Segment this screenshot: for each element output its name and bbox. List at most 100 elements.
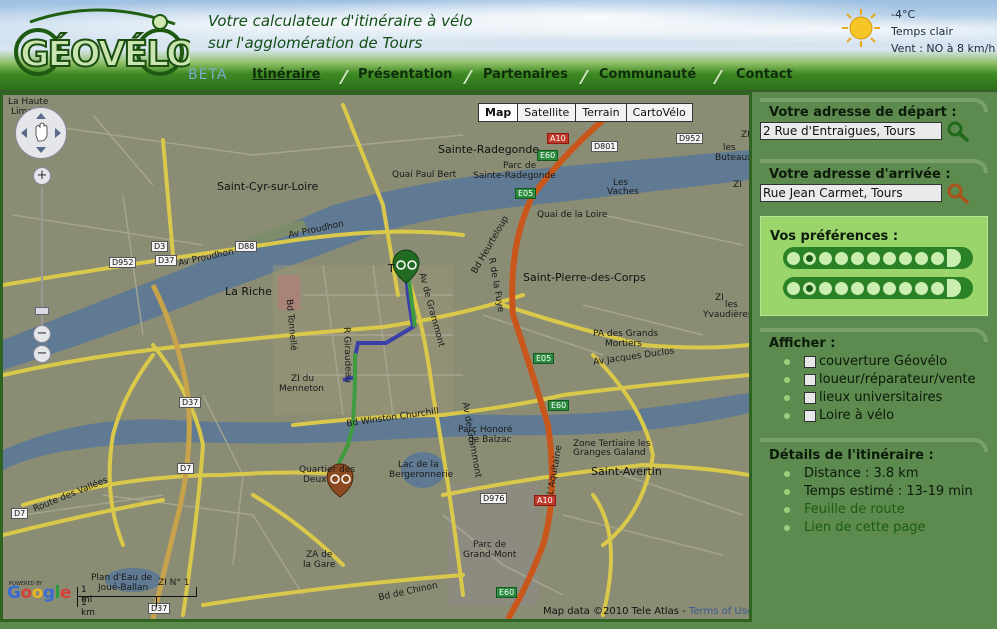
slider-step[interactable] xyxy=(881,249,898,267)
checkbox-loire-velo[interactable] xyxy=(804,409,816,422)
zoom-slider-handle[interactable] xyxy=(35,307,49,315)
label-zi-east-1: ZI xyxy=(715,293,724,303)
map-type-map[interactable]: Map xyxy=(478,103,519,122)
slider-step-selected[interactable] xyxy=(801,279,818,297)
label-les-buteaux-2: Buteaux xyxy=(715,153,752,163)
roadsheet-link[interactable]: Feuille de route xyxy=(784,502,905,517)
slider-step[interactable] xyxy=(785,279,802,297)
slider-step[interactable] xyxy=(897,279,914,297)
departure-input[interactable] xyxy=(760,122,942,140)
label-les-buteaux-1: les xyxy=(723,143,736,153)
road-d7: D7 xyxy=(177,463,195,474)
map-type-satellite[interactable]: Satellite xyxy=(517,103,577,122)
slider-step[interactable] xyxy=(849,249,866,267)
svg-text:GÉOVÉLO: GÉOVÉLO xyxy=(20,33,190,75)
arrival-input[interactable] xyxy=(760,184,942,202)
map-type-terrain[interactable]: Terrain xyxy=(575,103,627,122)
slider-step[interactable] xyxy=(849,279,866,297)
checkbox-loueur[interactable] xyxy=(804,373,816,386)
road-d37-southwest: D37 xyxy=(179,397,202,408)
beta-badge: BETA xyxy=(188,67,228,83)
nav-contact[interactable]: Contact xyxy=(736,67,793,82)
bullet-icon xyxy=(784,470,790,477)
slider-step[interactable] xyxy=(897,249,914,267)
map-type-cartovelo[interactable]: CartoVélo xyxy=(625,103,693,122)
page-link-text[interactable]: Lien de cette page xyxy=(804,520,926,535)
nav-itineraire[interactable]: Itinéraire xyxy=(252,67,320,82)
slider-step[interactable] xyxy=(913,279,930,297)
option-couverture-label[interactable]: couverture Géovélo xyxy=(819,354,947,369)
slider-step[interactable] xyxy=(913,249,930,267)
slider-step[interactable] xyxy=(817,249,834,267)
slider-step[interactable] xyxy=(817,279,834,297)
roadsheet-link-text[interactable]: Feuille de route xyxy=(804,502,905,517)
slider-step[interactable] xyxy=(833,249,850,267)
slider-step[interactable] xyxy=(865,249,882,267)
nav-communaute[interactable]: Communauté xyxy=(599,67,696,82)
nav-presentation[interactable]: Présentation xyxy=(358,67,452,82)
geovelo-logo[interactable]: GÉOVÉLO xyxy=(10,2,190,84)
pan-control[interactable] xyxy=(15,107,67,159)
checkbox-couverture[interactable] xyxy=(804,355,816,368)
road-a10-south: A10 xyxy=(534,495,556,506)
zoom-out-button[interactable]: − xyxy=(33,345,51,363)
checkbox-universitaires[interactable] xyxy=(804,391,816,404)
search-arrival-icon[interactable] xyxy=(946,182,970,204)
label-saint-pierre: Saint-Pierre-des-Corps xyxy=(523,271,646,284)
weather-wind: Vent : NO à 8 km/h xyxy=(891,42,996,55)
zoom-out-level-button[interactable]: − xyxy=(33,325,51,343)
road-a10-north: A10 xyxy=(547,133,569,144)
google-logo[interactable]: Google xyxy=(7,583,71,603)
zoom-in-button[interactable]: + xyxy=(33,167,51,185)
label-quartier-1: Quartier des xyxy=(299,465,356,475)
road-d7-southwest: D7 xyxy=(11,508,29,519)
label-za-gare-2: la Gare xyxy=(303,560,336,570)
option-loire-velo[interactable]: Loire à vélo xyxy=(784,408,894,423)
scale-km: 1 km xyxy=(81,598,95,618)
pan-arrows-icon[interactable] xyxy=(16,108,66,158)
option-loueur-label[interactable]: loueur/réparateur/vente xyxy=(819,372,975,387)
slider-end xyxy=(947,249,961,267)
map-data-credit: Map data ©2010 Tele Atlas - xyxy=(543,606,689,617)
terms-of-use-link[interactable]: Terms of Use xyxy=(689,606,749,617)
site-header: GÉOVÉLO Votre calculateur d'itinéraire à… xyxy=(0,0,997,90)
slider-step[interactable] xyxy=(833,279,850,297)
road-e05-north: E05 xyxy=(515,188,537,199)
slider-step[interactable] xyxy=(865,279,882,297)
slider-step[interactable] xyxy=(929,279,946,297)
slider-step[interactable] xyxy=(881,279,898,297)
nav-partenaires[interactable]: Partenaires xyxy=(483,67,568,82)
page-link[interactable]: Lien de cette page xyxy=(784,520,926,535)
road-e60-middle: E60 xyxy=(548,400,570,411)
label-zi-east-2: ZI xyxy=(733,180,742,190)
sidebar: Votre adresse de départ : Votre adresse … xyxy=(752,92,997,629)
label-plan-eau-1: Plan d'Eau de xyxy=(91,573,153,583)
slider-step[interactable] xyxy=(785,249,802,267)
road-d952-ne: D952 xyxy=(676,133,704,144)
weather-info: -4°C Temps clair Vent : NO à 8 km/h xyxy=(891,6,995,57)
search-departure-icon[interactable] xyxy=(946,120,970,142)
label-zi-menneton-1: ZI du xyxy=(291,374,315,384)
option-universitaires-label[interactable]: lieux universitaires xyxy=(819,390,942,405)
map-canvas[interactable]: La Haute Limeray Sainte-Radegonde Parc d… xyxy=(0,92,752,622)
label-les-vaches-2: Vaches xyxy=(607,187,639,197)
label-les-yvaudieres-1: les xyxy=(725,300,738,310)
tagline-line-2: sur l'agglomération de Tours xyxy=(208,34,423,52)
option-loueur[interactable]: loueur/réparateur/vente xyxy=(784,372,975,387)
label-parc-radegonde-2: Sainte-Radegonde xyxy=(473,171,556,181)
label-zi-east-3: ZI xyxy=(741,130,750,140)
road-e60-south: E60 xyxy=(496,587,518,598)
slider-step-selected[interactable] xyxy=(801,249,818,267)
departure-label: Votre adresse de départ : xyxy=(769,105,957,120)
road-e05-south: E05 xyxy=(533,353,555,364)
slider-step[interactable] xyxy=(929,249,946,267)
option-couverture[interactable]: couverture Géovélo xyxy=(784,354,947,369)
preference-slider-2[interactable] xyxy=(783,277,973,299)
preference-slider-1[interactable] xyxy=(783,247,973,269)
option-universitaires[interactable]: lieux universitaires xyxy=(784,390,942,405)
slider-end xyxy=(947,279,961,297)
tagline: Votre calculateur d'itinéraire à vélo su… xyxy=(208,10,473,54)
option-loire-velo-label[interactable]: Loire à vélo xyxy=(819,408,894,423)
road-d952-west: D952 xyxy=(109,257,137,268)
bullet-icon xyxy=(784,376,790,383)
